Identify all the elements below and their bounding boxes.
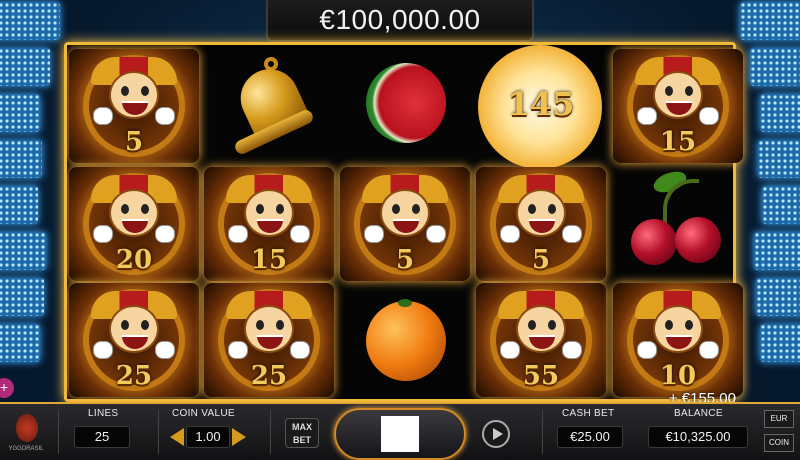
joker-symbol: 15: [613, 49, 743, 163]
brand-logo: YGGDRASIL: [6, 414, 46, 460]
tree-icon: [16, 414, 38, 442]
max-bet-label-2: BET: [293, 435, 311, 445]
symbol-multiplier: 15: [250, 245, 288, 275]
autoplay-icon[interactable]: [482, 420, 510, 448]
joker-symbol: 5: [69, 49, 199, 163]
divider: [158, 410, 159, 454]
coin-value-label: COIN VALUE: [172, 408, 235, 419]
currency-coin-button[interactable]: COIN: [764, 434, 794, 452]
lines-value[interactable]: 25: [74, 426, 130, 448]
arrow-right-icon[interactable]: [232, 428, 246, 446]
max-bet-label-1: MAX: [292, 422, 312, 432]
max-bet-button[interactable]: MAX BET: [285, 418, 319, 448]
lines-label: LINES: [88, 408, 119, 419]
symbol-multiplier: 145: [507, 85, 575, 123]
control-bar: YGGDRASIL LINES 25 COIN VALUE 1.00 MAX B…: [0, 402, 800, 460]
currency-eur-button[interactable]: EUR: [764, 410, 794, 428]
divider: [542, 410, 543, 454]
joker-symbol: 25: [69, 283, 199, 397]
joker-symbol: 5: [340, 167, 470, 281]
divider: [58, 410, 59, 454]
stop-square-icon[interactable]: [381, 416, 419, 452]
balance-label: BALANCE: [674, 408, 723, 419]
symbol-multiplier: 20: [115, 245, 153, 275]
symbol-multiplier: 5: [531, 245, 551, 275]
joker-symbol: 5: [476, 167, 606, 281]
orange-symbol: [340, 283, 470, 397]
reel-grid: 5 20 25 15 25 5 145 5 55 15 10: [69, 45, 743, 397]
cash-bet-label: CASH BET: [562, 408, 615, 419]
symbol-multiplier: 10: [659, 361, 697, 391]
coin-value: 1.00: [186, 426, 230, 448]
balance-value: €10,325.00: [648, 426, 748, 448]
watermelon-icon: [351, 48, 461, 158]
arrow-left-icon[interactable]: [170, 428, 184, 446]
symbol-multiplier: 15: [659, 127, 697, 157]
joker-symbol: 10: [613, 283, 743, 397]
bonus-symbol: 145: [476, 45, 606, 169]
joker-symbol: 25: [204, 283, 334, 397]
bell-symbol: [204, 49, 334, 163]
watermelon-symbol: [340, 48, 470, 163]
orange-icon: [366, 301, 446, 381]
cherry-symbol: [613, 167, 743, 281]
divider: [270, 410, 271, 454]
jackpot-display: €100,000.00: [266, 0, 534, 42]
symbol-multiplier: 55: [522, 361, 560, 391]
joker-symbol: 15: [204, 167, 334, 281]
symbol-multiplier: 25: [115, 361, 153, 391]
cherry-icon: [631, 219, 677, 265]
symbol-multiplier: 5: [124, 127, 144, 157]
cash-bet-value: €25.00: [557, 426, 623, 448]
symbol-multiplier: 25: [250, 361, 288, 391]
joker-symbol: 20: [69, 167, 199, 281]
joker-symbol: 55: [476, 283, 606, 397]
symbol-multiplier: 5: [395, 245, 415, 275]
reel-area: 5 20 25 15 25 5 145 5 55 15 10: [64, 42, 743, 402]
brand-name: YGGDRASIL: [8, 446, 44, 452]
